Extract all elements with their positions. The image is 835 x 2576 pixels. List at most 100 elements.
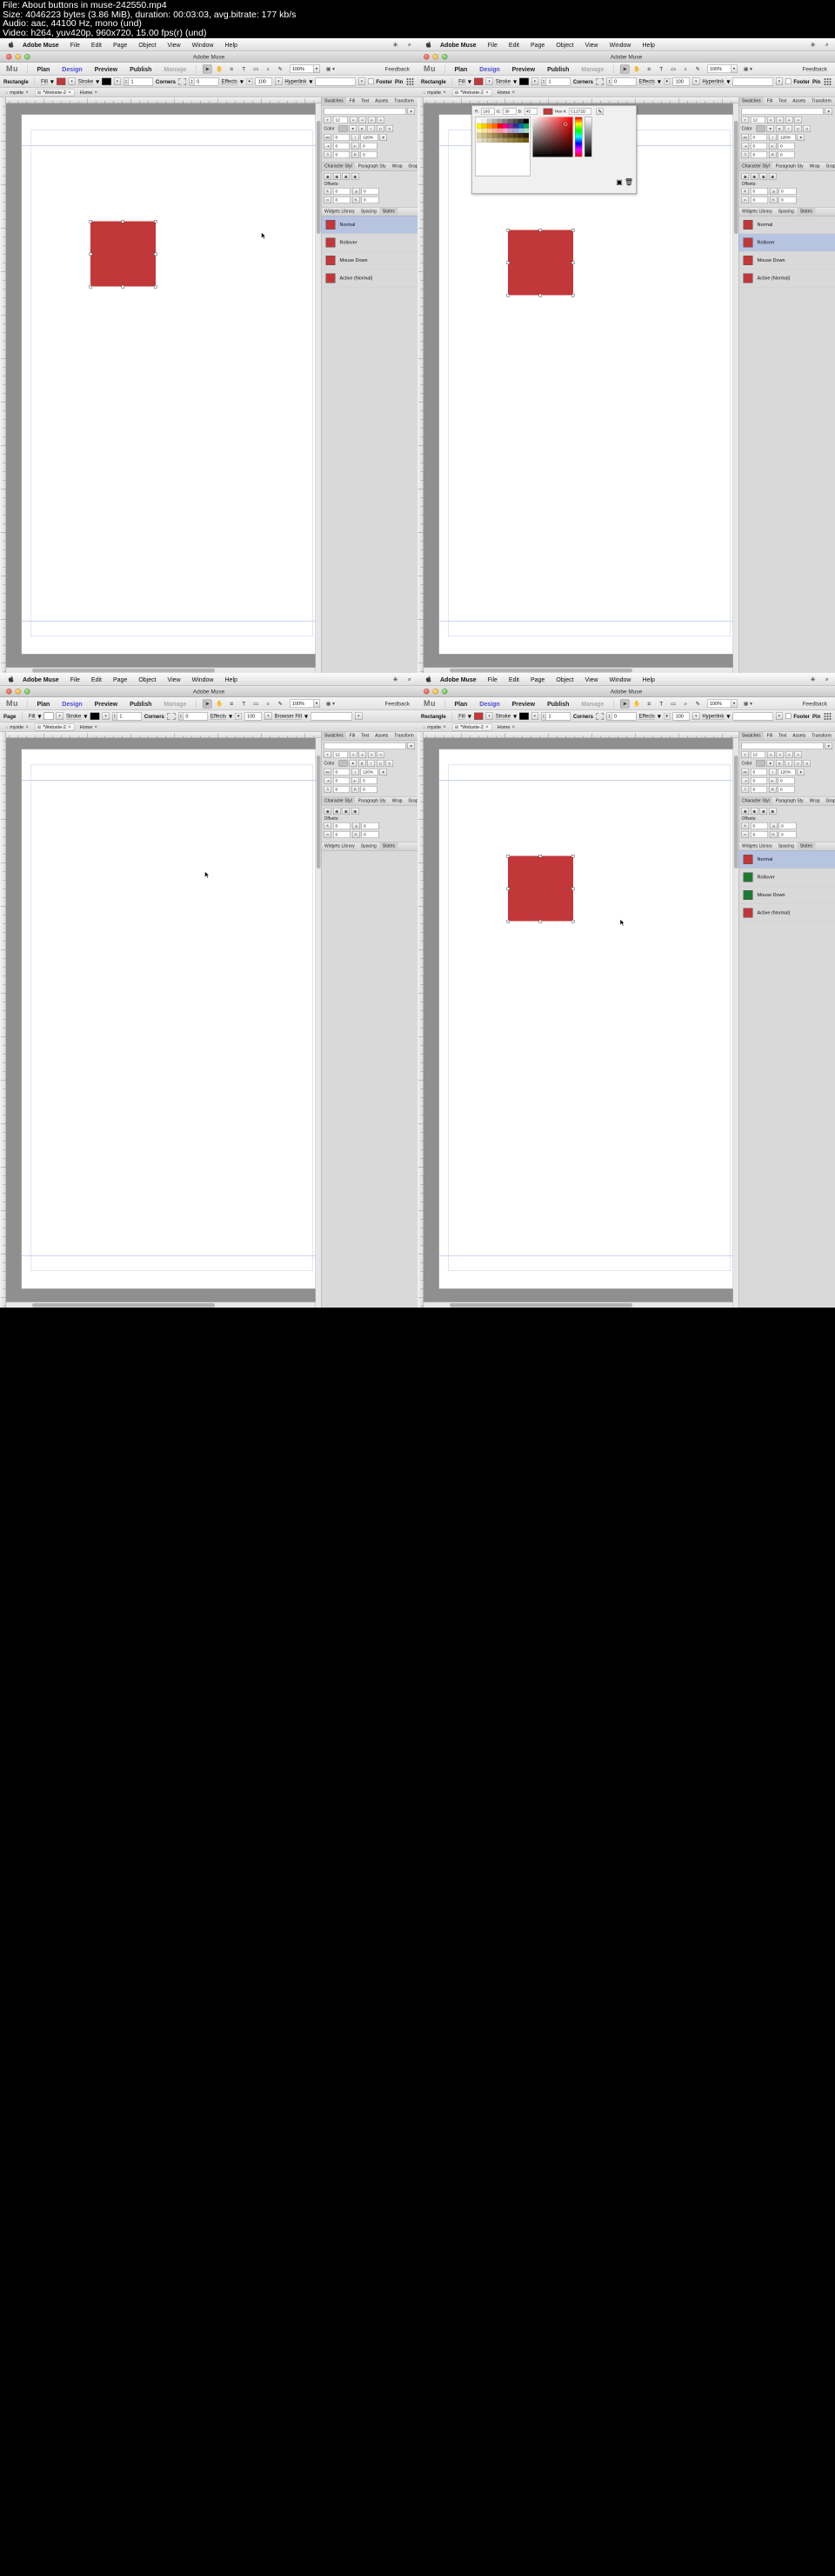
- text-color-dropdown-icon[interactable]: ▼: [349, 125, 357, 132]
- design-rectangle[interactable]: [90, 221, 156, 287]
- text-icon[interactable]: T: [657, 64, 666, 73]
- mac-menu-item-view[interactable]: View: [585, 41, 598, 48]
- hyperlink-label[interactable]: Hyperlink: [702, 713, 725, 720]
- state-item-normal[interactable]: Normal: [321, 216, 418, 234]
- mac-menu-item-window[interactable]: Window: [192, 41, 214, 48]
- resize-handle[interactable]: [154, 220, 157, 223]
- design-rectangle[interactable]: [508, 230, 573, 296]
- corners-icon[interactable]: [596, 712, 605, 720]
- breadcrumb-site[interactable]: ⌂ mysite ✕: [421, 90, 450, 96]
- stroke-swatch[interactable]: [519, 77, 529, 85]
- fill-dropdown-icon[interactable]: ▼: [485, 77, 493, 85]
- dock-tab-transform[interactable]: Transform: [391, 97, 418, 105]
- resize-handle[interactable]: [506, 887, 510, 890]
- zoom-icon[interactable]: ⌕: [681, 699, 691, 708]
- mac-menu-item-edit[interactable]: Edit: [91, 41, 102, 48]
- leading-dropdown-icon[interactable]: ▼: [379, 134, 387, 141]
- resize-handle[interactable]: [506, 855, 510, 858]
- text-underline-icon[interactable]: U: [377, 125, 384, 132]
- leading-dropdown-icon[interactable]: ▼: [379, 769, 387, 775]
- bottom-tab-widgets-library[interactable]: Widgets Library: [322, 842, 358, 850]
- bottom-tab-states[interactable]: States: [797, 208, 816, 216]
- text-align-left-icon[interactable]: ≡: [350, 751, 357, 758]
- resize-handle[interactable]: [154, 252, 157, 256]
- space-after-icon[interactable]: ⎌: [351, 151, 359, 158]
- zoom-icon[interactable]: ⌕: [264, 699, 273, 708]
- text-color-swatch[interactable]: [756, 125, 765, 132]
- vertical-scroll-thumb[interactable]: [317, 121, 321, 234]
- indent-left-value[interactable]: 0: [333, 777, 350, 784]
- effects-label[interactable]: Effects: [221, 78, 237, 85]
- mac-menu-item-page[interactable]: Page: [531, 676, 544, 682]
- text-color-dropdown-icon[interactable]: ▼: [766, 760, 774, 767]
- breadcrumb-page-tab[interactable]: ▤ *Website-2 ✕: [451, 89, 493, 97]
- text-icon[interactable]: T: [239, 64, 249, 73]
- color-picker-icon[interactable]: ✎: [693, 699, 703, 708]
- corners-value[interactable]: 0: [183, 712, 208, 721]
- zoom-dropdown-icon[interactable]: ▼: [313, 64, 320, 73]
- dock-tab-text[interactable]: Text: [776, 732, 790, 740]
- text-align-center-icon[interactable]: ≡: [776, 116, 784, 123]
- wrap-both-icon[interactable]: ▣: [751, 173, 758, 180]
- wrap-none-icon[interactable]: ▣: [741, 173, 749, 180]
- fill-swatch[interactable]: [473, 77, 484, 85]
- corners-stepper[interactable]: ▲ ▼ 0: [177, 712, 208, 721]
- zoom-value[interactable]: 100%: [707, 64, 731, 73]
- vertical-scroll-thumb[interactable]: [317, 755, 321, 869]
- indent-left-icon[interactable]: ⇥: [741, 777, 749, 784]
- dock-tab-transform[interactable]: Transform: [809, 732, 835, 740]
- leading-value[interactable]: 120%: [360, 134, 378, 141]
- swatch-cell[interactable]: [524, 137, 529, 143]
- opacity-dropdown-icon[interactable]: ▼: [692, 712, 700, 720]
- breadcrumb-site[interactable]: ⌂ mysite ✕: [421, 724, 450, 730]
- bottom-tab-spacing[interactable]: Spacing: [775, 208, 797, 216]
- offset-top-value[interactable]: 0: [333, 822, 351, 829]
- space-before-icon[interactable]: ⎍: [741, 151, 749, 158]
- color-g-input[interactable]: 39: [503, 108, 517, 115]
- state-item-mouse-down[interactable]: Mouse Down: [321, 252, 418, 270]
- corners-icon[interactable]: [596, 77, 605, 85]
- stroke-width-value[interactable]: 1: [129, 77, 153, 86]
- text-strike-icon[interactable]: S: [803, 760, 811, 767]
- hand-icon[interactable]: ✋: [215, 699, 224, 708]
- tracking-value[interactable]: 0: [751, 134, 767, 141]
- dock-tab-text[interactable]: Text: [358, 732, 372, 740]
- mac-menu-item-adobe-muse[interactable]: Adobe Muse: [440, 676, 477, 682]
- hyperlink-dropdown-icon[interactable]: ▼: [354, 712, 363, 720]
- mac-menu-item-window[interactable]: Window: [610, 41, 631, 48]
- home-tab-close-icon[interactable]: ✕: [511, 725, 515, 730]
- space-before-icon[interactable]: ⎍: [324, 786, 331, 793]
- breadcrumb-close-icon[interactable]: ✕: [25, 725, 29, 730]
- text-align-justify-icon[interactable]: ≡: [794, 751, 802, 758]
- wrap-left-icon[interactable]: ▣: [342, 808, 350, 815]
- space-after-icon[interactable]: ⎌: [769, 151, 777, 158]
- zoom-value[interactable]: 100%: [707, 699, 731, 708]
- muse-tab-manage[interactable]: Manage: [581, 700, 604, 707]
- page-tab-close-icon[interactable]: ✕: [68, 90, 71, 96]
- apple-logo-icon[interactable]: [8, 676, 14, 682]
- text-icon[interactable]: T: [657, 699, 666, 708]
- indent-right-icon[interactable]: ⇤: [769, 777, 777, 784]
- space-before-value[interactable]: 0: [333, 786, 350, 793]
- muse-tab-plan[interactable]: Plan: [37, 65, 50, 72]
- text-bold-icon[interactable]: B: [776, 125, 784, 132]
- offset-top-value[interactable]: 0: [333, 188, 351, 195]
- indent-right-value[interactable]: 0: [360, 777, 377, 784]
- stroke-width-stepper[interactable]: ▲ ▼ 1: [541, 77, 571, 86]
- breadcrumb-page-tab[interactable]: ▤ *Website-2 ✕: [34, 723, 76, 731]
- page-tab-close-icon[interactable]: ✕: [68, 725, 71, 730]
- corners-stepper[interactable]: ▲ ▼ 0: [606, 77, 637, 86]
- resize-handle[interactable]: [571, 294, 575, 297]
- style-tab-1[interactable]: Paragraph Sty: [355, 797, 389, 805]
- feedback-link[interactable]: Feedback: [384, 66, 414, 73]
- effects-label[interactable]: Effects: [638, 78, 655, 85]
- offset-left-value[interactable]: 0: [361, 196, 379, 203]
- bottom-tab-states[interactable]: States: [379, 208, 398, 216]
- grid-view-button[interactable]: ▦ ▾: [744, 701, 752, 707]
- bottom-tab-widgets-library[interactable]: Widgets Library: [322, 208, 358, 216]
- muse-tab-manage[interactable]: Manage: [164, 700, 186, 707]
- footer-checkbox[interactable]: [785, 78, 792, 84]
- selection-arrow-icon[interactable]: ➤: [202, 699, 212, 709]
- fill-dropdown-icon[interactable]: ▼: [68, 77, 76, 85]
- style-tab-3[interactable]: Graphic Style: [405, 163, 418, 170]
